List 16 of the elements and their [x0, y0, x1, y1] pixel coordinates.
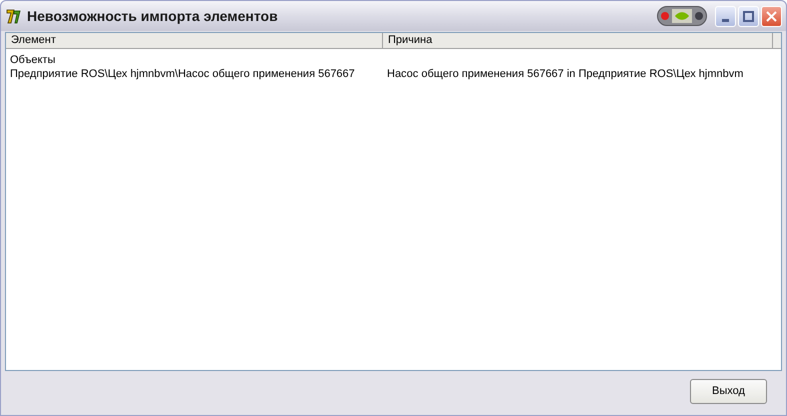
column-header[interactable]: Причина — [383, 33, 773, 49]
maximize-button[interactable] — [738, 6, 759, 26]
table-cell-text: Насос общего применения 567667 in Предприятие ROS\Цех hjmnbvm — [386, 67, 744, 81]
window-title: Невозможность импорта элементов — [27, 6, 278, 26]
close-icon — [766, 10, 777, 22]
table-cell-text: Предприятие ROS\Цех hjmnbvm\Насос общего применения 567667 — [9, 67, 356, 81]
minimize-button[interactable] — [715, 6, 736, 26]
list-view[interactable]: Элемент Причина Объекты Предприятие ROS\Цех hjmnbvm\Насос общего применения 567667 Насос общего применения 567667 in Предприятие ROS\Цех hjmnbvm — [5, 32, 782, 371]
close-button[interactable] — [761, 6, 782, 26]
gpu-widget-icon[interactable] — [657, 6, 707, 26]
maximize-icon — [743, 10, 754, 22]
exit-button[interactable]: Выход — [690, 378, 767, 404]
column-header[interactable]: Элемент — [6, 33, 383, 49]
table-cell-text: Объекты — [9, 53, 56, 67]
minimize-icon — [722, 18, 729, 22]
app-icon — [5, 7, 23, 25]
